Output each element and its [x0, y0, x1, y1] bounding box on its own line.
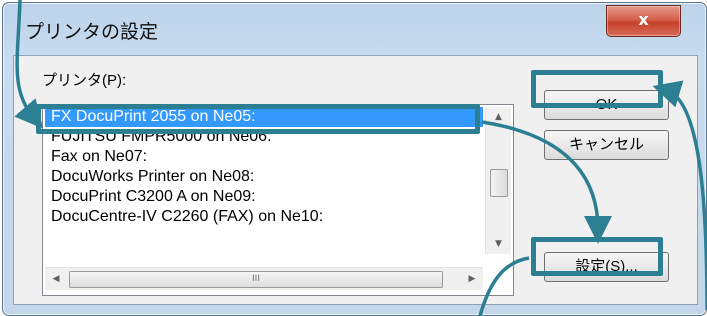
setup-button-highlight — [531, 237, 663, 276]
horizontal-scroll-thumb[interactable]: III — [69, 271, 443, 288]
ok-button-highlight — [531, 70, 663, 108]
horizontal-scrollbar[interactable]: ◀ III ▶ — [45, 267, 483, 290]
scroll-right-icon[interactable]: ▶ — [461, 268, 483, 290]
close-icon: x — [638, 10, 649, 29]
list-item[interactable]: DocuWorks Printer on Ne08: — [45, 167, 483, 187]
cancel-button[interactable]: キャンセル — [544, 130, 669, 160]
scroll-left-icon[interactable]: ◀ — [45, 268, 67, 290]
printer-list-label: プリンタ(P): — [42, 72, 127, 89]
scroll-down-icon[interactable]: ▼ — [486, 234, 511, 254]
window-title: プリンタの設定 — [25, 21, 159, 43]
list-item[interactable]: DocuPrint C3200 A on Ne09: — [45, 187, 483, 207]
selected-item-highlight — [36, 104, 480, 134]
scroll-up-icon[interactable]: ▲ — [486, 107, 511, 127]
vertical-scroll-thumb[interactable] — [490, 169, 508, 197]
list-item[interactable]: DocuCentre-IV C2260 (FAX) on Ne10: — [45, 207, 483, 227]
vertical-scrollbar[interactable]: ▲ ▼ — [485, 107, 511, 254]
list-item[interactable]: Fax on Ne07: — [45, 147, 483, 167]
scroll-grip-icon: III — [252, 274, 260, 284]
close-button[interactable]: x — [606, 5, 681, 37]
